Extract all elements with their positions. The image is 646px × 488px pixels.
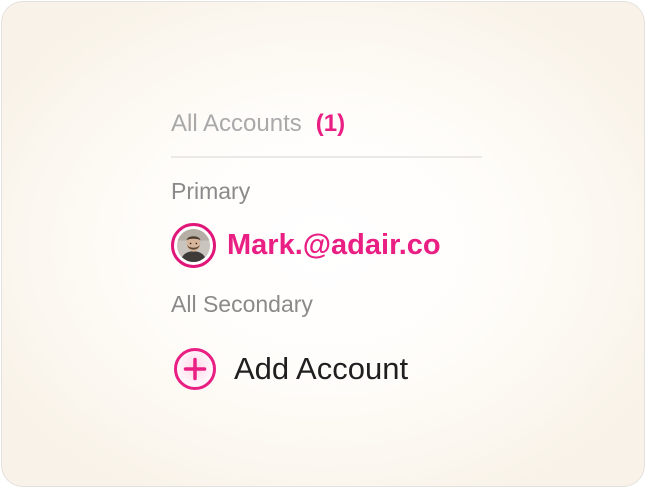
plus-circle-icon: [173, 347, 217, 391]
accounts-header: All Accounts (1): [171, 108, 345, 140]
accounts-header-title: All Accounts: [171, 110, 302, 137]
primary-section-label: Primary: [171, 178, 251, 204]
user-avatar-photo: [177, 228, 210, 262]
secondary-section-label: All Secondary: [171, 291, 313, 317]
accounts-count-badge: (1): [315, 110, 346, 137]
primary-account-item[interactable]: Mark.@adair.co: [171, 219, 441, 271]
add-account-label: Add Account: [234, 351, 409, 386]
add-account-button[interactable]: Add Account: [173, 345, 408, 393]
avatar-icon: [171, 222, 216, 268]
primary-account-email: Mark.@adair.co: [227, 228, 441, 261]
accounts-panel: All Accounts (1) Primary Mark.@adair.co …: [1, 1, 645, 487]
header-divider: [171, 156, 482, 158]
